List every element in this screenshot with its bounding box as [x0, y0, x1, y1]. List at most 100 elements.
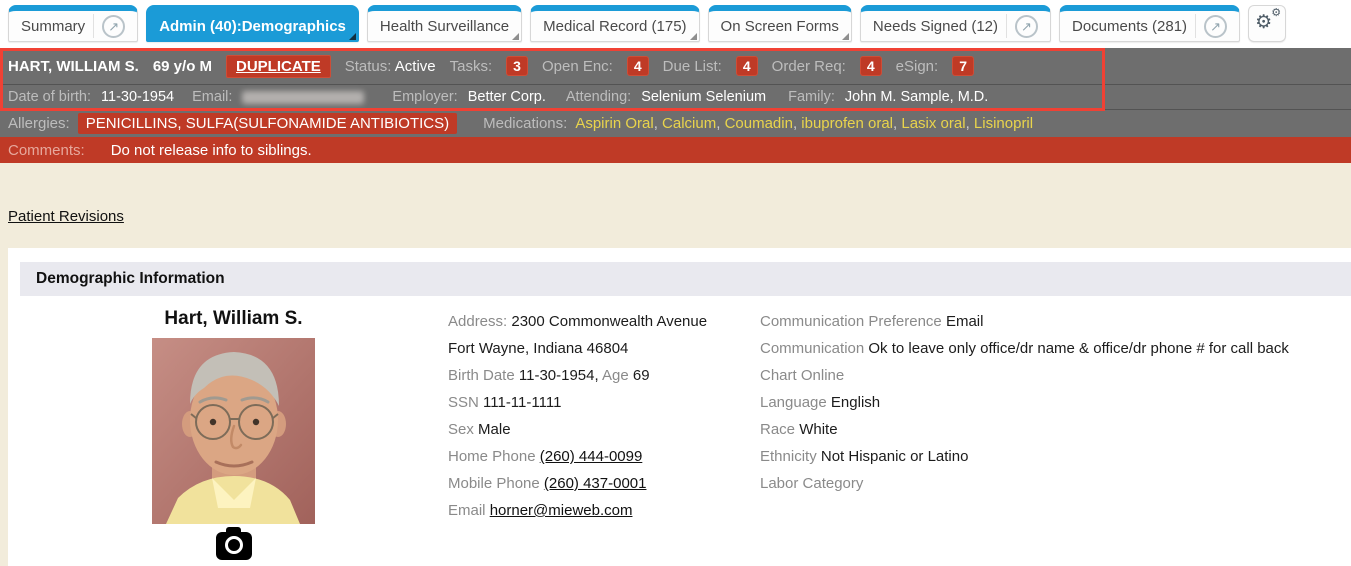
email-link[interactable]: horner@mieweb.com: [490, 502, 633, 519]
patient-header-allergies-row: Allergies: PENICILLINS, SULFA(SULFONAMID…: [0, 110, 1351, 137]
medication-item[interactable]: Calcium: [662, 115, 725, 132]
attending-value: Selenium Selenium: [641, 89, 766, 105]
esign-count-badge[interactable]: 7: [952, 56, 974, 76]
address-line2: Fort Wayne, Indiana 46804: [448, 340, 628, 357]
labor-category-row: Labor Category: [760, 472, 1343, 495]
language-row: Language English: [760, 391, 1343, 414]
patient-header-row-1: HART, WILLIAM S. 69 y/o M DUPLICATE Stat…: [0, 48, 1351, 85]
chart-online-label: Chart Online: [760, 367, 844, 384]
ethnicity-label: Ethnicity: [760, 448, 817, 465]
race-label: Race: [760, 421, 795, 438]
gear-icon: ⚙: [1271, 8, 1281, 19]
patient-photo-column: Hart, William S.: [136, 308, 331, 560]
patient-photo: [152, 338, 315, 524]
mobile-phone-row: Mobile Phone (260) 437-0001: [448, 472, 753, 495]
main-content: Patient Revisions Demographic Informatio…: [0, 163, 1351, 566]
age-value: 69: [633, 367, 650, 384]
email-row: Email horner@mieweb.com: [448, 499, 753, 522]
chart-online-row: Chart Online: [760, 364, 1343, 387]
tab-needs-signed[interactable]: Needs Signed (12) ↗: [860, 5, 1051, 42]
dropdown-corner-icon: [690, 33, 697, 40]
open-in-new-icon[interactable]: ↗: [1015, 15, 1038, 38]
employer-value: Better Corp.: [468, 89, 546, 105]
patient-revisions-link[interactable]: Patient Revisions: [8, 208, 124, 225]
section-title: Demographic Information: [36, 270, 225, 288]
tab-label: Needs Signed (12): [873, 18, 998, 35]
ethnicity-row: Ethnicity Not Hispanic or Latino: [760, 445, 1343, 468]
settings-button[interactable]: ⚙ ⚙: [1248, 5, 1286, 42]
status-value: Active: [395, 58, 436, 75]
duplicate-flag[interactable]: DUPLICATE: [226, 55, 331, 78]
medication-item[interactable]: Aspirin Oral: [575, 115, 662, 132]
medication-item[interactable]: Lisinopril: [974, 115, 1033, 132]
demographic-details-column: Address: 2300 Commonwealth Avenue Fort W…: [448, 310, 753, 526]
patient-header: HART, WILLIAM S. 69 y/o M DUPLICATE Stat…: [0, 48, 1351, 163]
dropdown-corner-icon: [842, 33, 849, 40]
mobile-phone-link[interactable]: (260) 437-0001: [544, 475, 647, 492]
due-list-label: Due List:: [663, 58, 722, 75]
ssn-label: SSN: [448, 394, 479, 411]
address-row-2: Fort Wayne, Indiana 46804: [448, 337, 753, 360]
allergies-value[interactable]: PENICILLINS, SULFA(SULFONAMIDE ANTIBIOTI…: [78, 113, 457, 134]
race-row: Race White: [760, 418, 1343, 441]
medications-list: Aspirin Oral Calcium Coumadin ibuprofen …: [575, 115, 1033, 132]
birth-date-value: 11-30-1954,: [519, 367, 599, 384]
patient-name: HART, WILLIAM S.: [8, 58, 139, 75]
dropdown-corner-icon: [349, 33, 356, 40]
family-label: Family:: [788, 89, 835, 105]
medication-item[interactable]: Coumadin: [725, 115, 802, 132]
tab-on-screen-forms[interactable]: On Screen Forms: [708, 5, 852, 42]
tab-divider: [1195, 14, 1196, 38]
home-phone-link[interactable]: (260) 444-0099: [540, 448, 643, 465]
ssn-row: SSN 111-11-1111: [448, 391, 753, 414]
medication-item[interactable]: Lasix oral: [901, 115, 974, 132]
patient-header-row-2: Date of birth: 11-30-1954 Email: Employe…: [0, 85, 1351, 110]
tab-label: Summary: [21, 18, 85, 35]
open-enc-label: Open Enc:: [542, 58, 613, 75]
communication-label: Communication: [760, 340, 864, 357]
birth-date-label: Birth Date: [448, 367, 515, 384]
family-value: John M. Sample, M.D.: [845, 89, 988, 105]
race-value: White: [799, 421, 837, 438]
open-enc-count-badge[interactable]: 4: [627, 56, 649, 76]
demographic-card: Demographic Information Hart, William S.: [8, 248, 1351, 566]
comments-label: Comments:: [8, 142, 85, 159]
tasks-count-badge[interactable]: 3: [506, 56, 528, 76]
sex-label: Sex: [448, 421, 474, 438]
sex-value: Male: [478, 421, 511, 438]
tab-health-surveillance[interactable]: Health Surveillance: [367, 5, 522, 42]
order-req-count-badge[interactable]: 4: [860, 56, 882, 76]
due-list-count-badge[interactable]: 4: [736, 56, 758, 76]
tab-divider: [93, 14, 94, 38]
medications-label: Medications:: [483, 115, 567, 132]
communication-row: Communication Ok to leave only office/dr…: [760, 337, 1343, 360]
sex-row: Sex Male: [448, 418, 753, 441]
tab-label: Admin (40):Demographics: [159, 18, 346, 35]
open-in-new-icon[interactable]: ↗: [102, 15, 125, 38]
dropdown-corner-icon: [512, 33, 519, 40]
redacted-email-value: [242, 91, 364, 104]
tab-documents[interactable]: Documents (281) ↗: [1059, 5, 1240, 42]
address-line1: 2300 Commonwealth Avenue: [511, 313, 707, 330]
tab-medical-record[interactable]: Medical Record (175): [530, 5, 699, 42]
open-in-new-icon[interactable]: ↗: [1204, 15, 1227, 38]
mobile-phone-label: Mobile Phone: [448, 475, 540, 492]
address-label: Address:: [448, 313, 507, 330]
home-phone-label: Home Phone: [448, 448, 536, 465]
camera-icon[interactable]: [216, 532, 252, 560]
allergies-label: Allergies:: [8, 115, 70, 132]
email-label: Email: [448, 502, 486, 519]
age-label: Age: [602, 367, 629, 384]
section-header: Demographic Information: [20, 262, 1351, 296]
comments-value: Do not release info to siblings.: [111, 142, 312, 159]
tab-admin-demographics[interactable]: Admin (40):Demographics: [146, 5, 359, 42]
status-label: Status:: [345, 58, 392, 75]
attending-label: Attending:: [566, 89, 631, 105]
gear-icon: ⚙: [1255, 13, 1272, 32]
tasks-label: Tasks:: [450, 58, 493, 75]
language-label: Language: [760, 394, 827, 411]
medication-item[interactable]: ibuprofen oral: [801, 115, 901, 132]
communication-preference-row: Communication Preference Email: [760, 310, 1343, 333]
tab-summary[interactable]: Summary ↗: [8, 5, 138, 42]
dob-value: 11-30-1954: [101, 89, 174, 105]
